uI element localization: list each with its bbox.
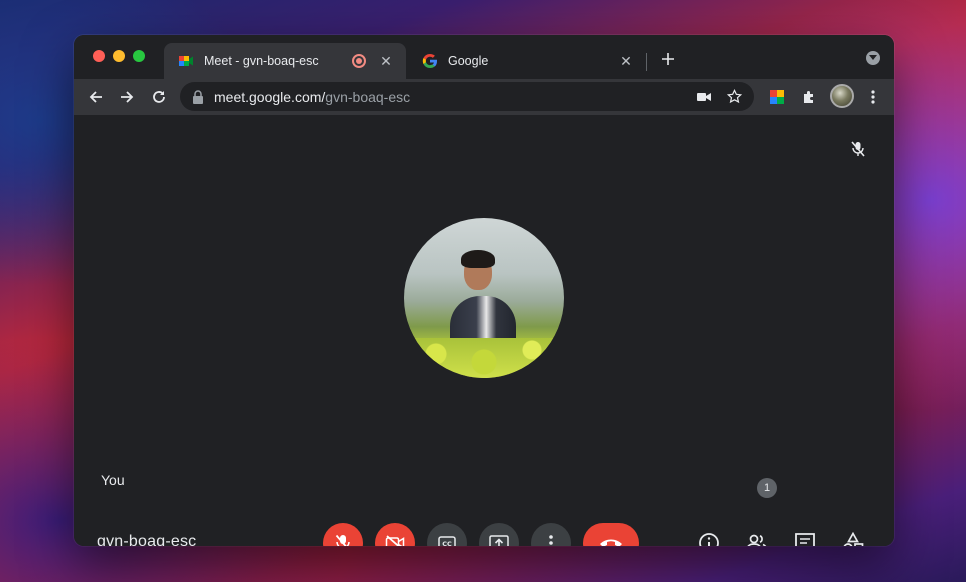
- activities-button[interactable]: [835, 525, 871, 546]
- arrow-forward-icon: [121, 91, 134, 103]
- participant-count-badge: 1: [757, 478, 777, 498]
- mic-off-icon: [848, 139, 868, 159]
- camera-off-icon: [385, 535, 405, 546]
- self-tile-label: You: [101, 472, 125, 488]
- google-meet-icon: [770, 90, 784, 104]
- tab-meet[interactable]: Meet - gvn-boaq-esc ✕: [164, 43, 406, 79]
- google-g-icon: [422, 54, 437, 68]
- zoom-window-button[interactable]: [133, 50, 145, 62]
- tab-title: Google: [448, 54, 489, 68]
- reload-icon: [153, 91, 165, 103]
- info-icon: [699, 533, 719, 546]
- browser-menu-button[interactable]: [862, 86, 884, 108]
- arrow-back-icon: [89, 91, 102, 103]
- people-icon: [747, 534, 767, 546]
- back-button[interactable]: [84, 85, 108, 109]
- meeting-code: gvn-boaq-esc: [97, 533, 197, 546]
- profile-avatar[interactable]: [830, 84, 854, 108]
- close-tab-icon[interactable]: ✕: [378, 53, 394, 69]
- new-tab-button[interactable]: [657, 48, 679, 70]
- address-bar[interactable]: meet.google.com/gvn-boaq-esc: [180, 82, 754, 111]
- svg-text:CC: CC: [442, 540, 452, 546]
- tab-search-button[interactable]: [866, 51, 880, 65]
- lock-icon: [193, 89, 203, 104]
- puzzle-icon: [804, 91, 813, 103]
- avatar-hair: [461, 250, 495, 268]
- minimize-window-button[interactable]: [113, 50, 125, 62]
- meet-extension-button[interactable]: [766, 86, 788, 108]
- tab-google[interactable]: Google ✕: [408, 43, 646, 79]
- extensions-button[interactable]: [798, 86, 820, 108]
- present-screen-button[interactable]: [479, 523, 519, 546]
- meet-call-view: You gvn-boaq-esc CC 1: [74, 115, 894, 546]
- camera-in-use-icon[interactable]: [694, 87, 714, 107]
- url-text: meet.google.com/gvn-boaq-esc: [214, 89, 694, 105]
- end-call-button[interactable]: [583, 523, 639, 546]
- hang-up-icon: [600, 539, 622, 546]
- closed-captions-icon: CC: [438, 536, 456, 546]
- reload-button[interactable]: [147, 85, 171, 109]
- activities-icon: [843, 532, 864, 546]
- recording-dot-icon: [352, 54, 366, 68]
- chat-icon: [795, 533, 815, 546]
- meeting-details-button[interactable]: [691, 525, 727, 546]
- bookmark-star-icon[interactable]: [724, 87, 744, 107]
- forward-button[interactable]: [115, 85, 139, 109]
- present-screen-icon: [489, 535, 509, 546]
- close-window-button[interactable]: [93, 50, 105, 62]
- more-vert-icon: [871, 90, 875, 104]
- people-button[interactable]: [739, 525, 775, 546]
- tab-divider: [646, 53, 647, 71]
- more-options-button[interactable]: [531, 523, 571, 546]
- mic-toggle-button[interactable]: [323, 523, 363, 546]
- captions-button[interactable]: CC: [427, 523, 467, 546]
- avatar-foliage: [404, 338, 564, 378]
- tab-title: Meet - gvn-boaq-esc: [204, 54, 319, 68]
- more-vert-icon: [549, 535, 553, 545]
- chat-button[interactable]: [787, 525, 823, 546]
- url-path: gvn-boaq-esc: [325, 88, 411, 105]
- browser-toolbar: meet.google.com/gvn-boaq-esc: [74, 79, 894, 115]
- tab-strip: Meet - gvn-boaq-esc ✕ Google ✕: [74, 35, 894, 79]
- chevron-down-icon: [869, 55, 877, 60]
- browser-window: Meet - gvn-boaq-esc ✕ Google ✕ meet.goog…: [74, 35, 894, 546]
- close-tab-icon[interactable]: ✕: [618, 53, 634, 69]
- url-host: meet.google.com/: [214, 88, 326, 105]
- plus-icon: [662, 53, 674, 65]
- camera-toggle-button[interactable]: [375, 523, 415, 546]
- google-meet-icon: [179, 56, 193, 66]
- mic-off-icon: [335, 534, 350, 546]
- participant-avatar: [404, 218, 564, 378]
